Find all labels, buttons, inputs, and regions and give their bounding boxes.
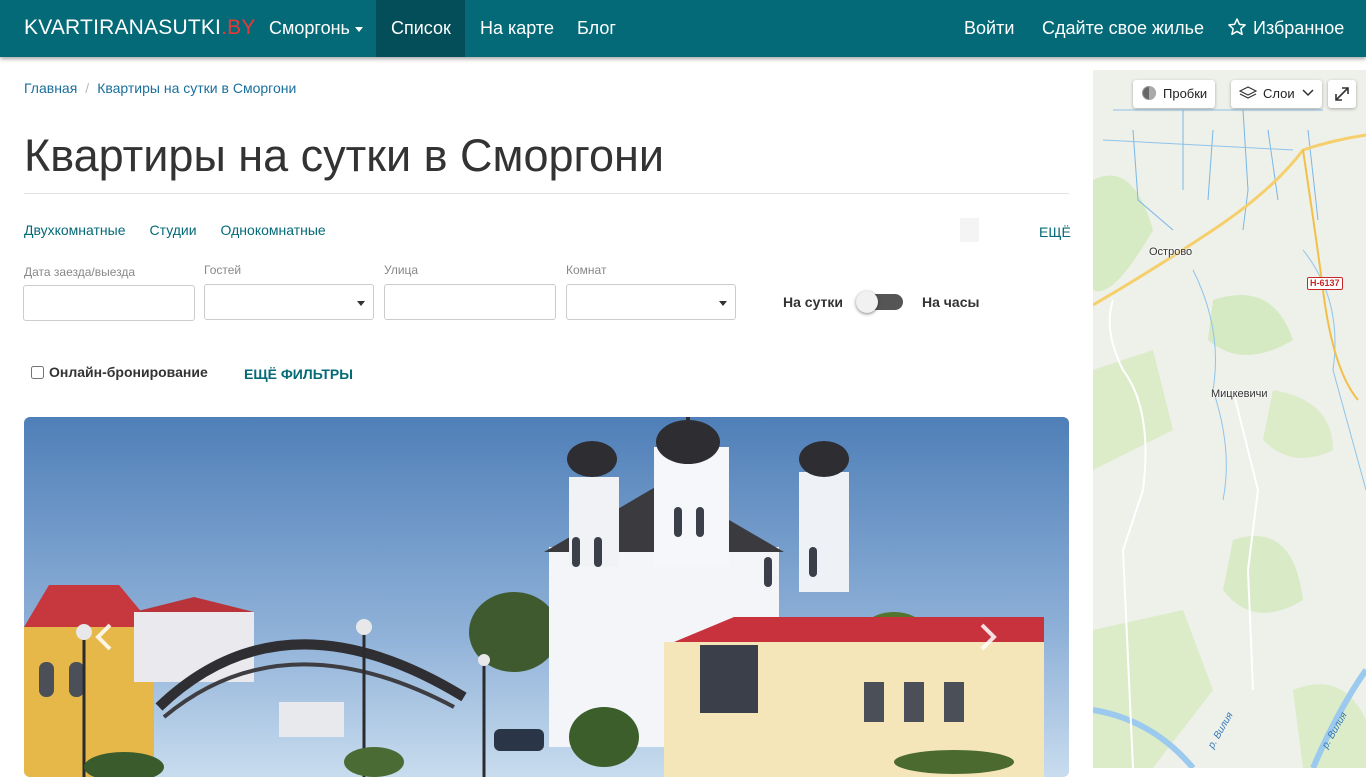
toggle-daily-label: На сутки — [783, 294, 843, 310]
city-photo-carousel — [24, 417, 1069, 777]
login-label: Войти — [964, 18, 1015, 38]
divider — [24, 193, 1069, 194]
online-booking-label: Онлайн-бронирование — [49, 364, 208, 380]
rent-out-label: Сдайте свое жилье — [1042, 18, 1204, 38]
dates-label: Дата заезда/выезда — [24, 265, 136, 279]
quick-links-more[interactable]: ЕЩЁ — [1039, 224, 1071, 240]
city-dropdown[interactable]: Сморгонь — [254, 0, 378, 57]
brand-name: KVARTIRANASUTKI — [24, 16, 222, 39]
breadcrumb-home[interactable]: Главная — [24, 80, 77, 96]
quick-link-two-room[interactable]: Двухкомнатные — [24, 222, 126, 238]
breadcrumb: Главная / Квартиры на сутки в Сморгони — [24, 80, 296, 96]
favorites-label: Избранное — [1253, 18, 1345, 38]
online-booking-checkbox[interactable] — [31, 366, 44, 379]
more-filters-button[interactable]: ЕЩЁ ФИЛЬТРЫ — [244, 366, 353, 382]
map-place-mitskevichi: Мицкевичи — [1211, 388, 1268, 400]
city-label: Сморгонь — [269, 18, 350, 38]
traffic-icon — [1142, 86, 1156, 100]
page-title: Квартиры на сутки в Сморгони — [24, 130, 664, 181]
nav-on-map[interactable]: На карте — [465, 0, 569, 57]
quick-link-one-room[interactable]: Однокомнатные — [221, 222, 326, 238]
layers-icon — [1238, 86, 1258, 99]
nav-list[interactable]: Список — [376, 0, 465, 57]
guests-label: Гостей — [204, 263, 242, 277]
dates-input[interactable] — [23, 285, 195, 321]
toggle-hourly-label: На часы — [922, 294, 980, 310]
brand-tld: .BY — [221, 16, 256, 39]
daily-hourly-toggle[interactable] — [856, 291, 903, 313]
chevron-down-icon — [1302, 89, 1314, 97]
guests-select[interactable] — [204, 284, 374, 320]
online-booking-option[interactable]: Онлайн-бронирование — [31, 364, 208, 380]
nav-blog[interactable]: Блог — [562, 0, 631, 57]
nav-on-map-label: На карте — [480, 18, 554, 38]
star-icon — [1228, 18, 1246, 36]
street-input[interactable] — [384, 284, 556, 320]
fullscreen-button[interactable] — [1328, 80, 1356, 108]
rent-out-link[interactable]: Сдайте свое жилье — [1027, 0, 1219, 57]
expand-icon — [1335, 87, 1349, 101]
quick-link-studios[interactable]: Студии — [150, 222, 197, 238]
layers-button[interactable]: Слои — [1231, 80, 1323, 108]
login-link[interactable]: Войти — [949, 0, 1029, 57]
traffic-button[interactable]: Пробки — [1133, 80, 1216, 108]
dropdown-arrow-icon — [719, 301, 727, 306]
layers-label: Слои — [1263, 86, 1295, 101]
dropdown-arrow-icon — [357, 301, 365, 306]
carousel-next-icon[interactable] — [972, 617, 1002, 657]
map-place-ostrovo: Острово — [1149, 246, 1193, 258]
street-label: Улица — [384, 263, 419, 277]
road-number-badge: Н-6137 — [1307, 277, 1343, 290]
breadcrumb-current[interactable]: Квартиры на сутки в Сморгони — [97, 80, 296, 96]
toggle-knob — [856, 291, 878, 313]
top-navbar: KVARTIRANASUTKI.BY Сморгонь Список На ка… — [0, 0, 1366, 57]
church-photo — [24, 417, 1069, 777]
placeholder-box — [960, 218, 979, 242]
chevron-down-icon — [354, 26, 363, 32]
nav-blog-label: Блог — [577, 18, 616, 38]
brand-logo[interactable]: KVARTIRANASUTKI.BY — [24, 16, 256, 40]
carousel-prev-icon[interactable] — [90, 617, 120, 657]
map-panel[interactable]: Пробки Слои Острово Мицкевичи Н-6137 р. … — [1093, 70, 1366, 768]
breadcrumb-separator: / — [85, 80, 90, 96]
rooms-select[interactable] — [566, 284, 736, 320]
rooms-label: Комнат — [566, 263, 607, 277]
quick-filter-links: Двухкомнатные Студии Однокомнатные — [24, 222, 350, 238]
map-canvas — [1093, 70, 1366, 768]
nav-list-label: Список — [391, 18, 451, 38]
favorites-link[interactable]: Избранное — [1212, 0, 1359, 57]
traffic-label: Пробки — [1163, 86, 1208, 101]
